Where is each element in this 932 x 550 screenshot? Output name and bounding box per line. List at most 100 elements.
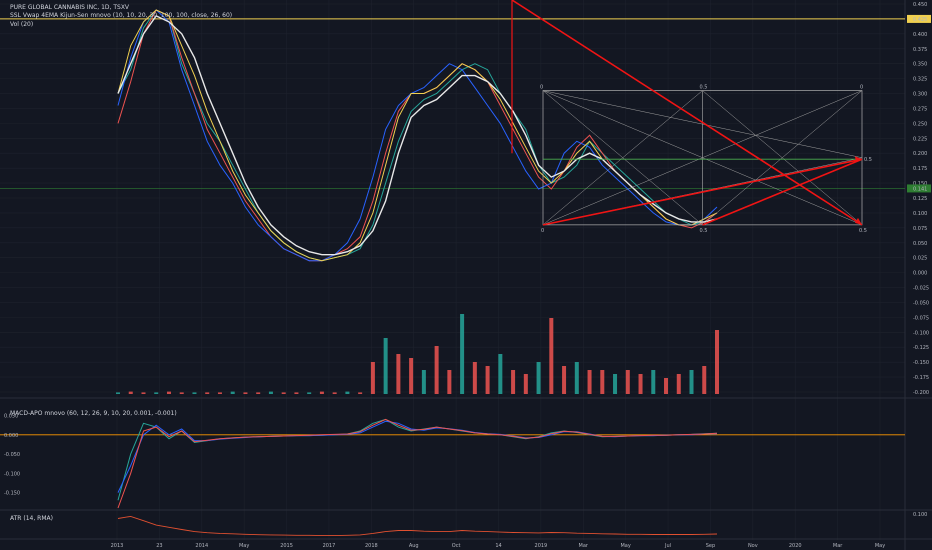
price-tick-label: -0.050 [913, 300, 929, 306]
macd-tick-label: 0.000 [4, 433, 18, 439]
volume-bar [179, 392, 184, 394]
price-tick-label: 0.450 [913, 2, 927, 8]
price-tick-label: 0.050 [913, 241, 927, 247]
volume-bar [370, 362, 375, 394]
price-tick-label: -0.100 [913, 330, 929, 336]
time-tick-label: 2013 [111, 543, 124, 549]
volume-bar [383, 338, 388, 394]
macd-tick-label: -0.050 [4, 452, 20, 458]
price-tick-label: 0.275 [913, 106, 927, 112]
volume-bar [676, 374, 681, 394]
price-tick-label: -0.075 [913, 315, 929, 321]
fib-label: 0 [540, 85, 543, 91]
time-tick-label: Aug [409, 543, 419, 549]
volume-bar [613, 374, 618, 394]
volume-bar [498, 354, 503, 394]
volume-bar [523, 374, 528, 394]
volume-bar [536, 362, 541, 394]
volume-bar [421, 370, 426, 394]
volume-bar [638, 374, 643, 394]
price-tick-label: 0.325 [913, 77, 927, 83]
price-tick-label: 0.025 [913, 256, 927, 262]
time-tick-label: 23 [156, 543, 162, 549]
atr-legend[interactable]: ATR (14, RMA) [10, 515, 53, 522]
macd-legend[interactable]: MACD-APO mnovo (60, 12, 26, 9, 10, 20, 0… [10, 410, 177, 417]
volume-bar [345, 391, 350, 394]
time-tick-label: May [875, 543, 885, 549]
volume-bar [217, 392, 222, 394]
volume-bar [154, 392, 159, 394]
volume-bar [128, 391, 133, 394]
fib-label: 0.5 [700, 85, 708, 91]
current-price-badge: 0.141 [913, 186, 927, 192]
price-tick-label: -0.175 [913, 375, 929, 381]
volume-bar [651, 370, 656, 394]
volume-bar [485, 366, 490, 394]
price-tick-label: 0.375 [913, 47, 927, 53]
time-tick-label: 2015 [280, 543, 293, 549]
volume-bar [600, 370, 605, 394]
volume-bar [689, 370, 694, 394]
time-tick-label: 2014 [195, 543, 208, 549]
time-tick-label: Mar [579, 543, 589, 549]
volume-bar [166, 391, 171, 394]
volume-bar [205, 392, 210, 394]
time-tick-label: 2018 [365, 543, 378, 549]
time-tick-label: Mar [833, 543, 843, 549]
volume-bar [116, 392, 120, 394]
volume-legend[interactable]: Vol (20) [10, 21, 33, 28]
volume-bar [307, 392, 312, 394]
time-tick-label: May [620, 543, 630, 549]
price-tick-label: -0.150 [913, 360, 929, 366]
volume-bar [141, 392, 146, 394]
time-tick-label: Sep [706, 543, 715, 549]
time-tick-label: 2020 [789, 543, 802, 549]
symbol-legend[interactable]: PURE GLOBAL CANNABIS INC, 1D, TSXV [10, 4, 129, 11]
volume-bar [562, 366, 567, 394]
volume-bar [549, 318, 554, 394]
volume-bar [702, 366, 707, 394]
price-tick-label: 0.075 [913, 226, 927, 232]
volume-bar [268, 391, 273, 394]
price-tick-label: 0.225 [913, 136, 927, 142]
time-tick-label: 2017 [323, 543, 336, 549]
volume-bar [409, 358, 414, 394]
volume-bar [434, 346, 439, 394]
price-tick-label: 0.400 [913, 32, 927, 38]
volume-bar [281, 392, 286, 394]
volume-bar [460, 314, 465, 394]
volume-bar [664, 378, 669, 394]
price-tick-label: -0.125 [913, 345, 929, 351]
chart-canvas[interactable]: 0 0.5 0 0.5 0 0.5 0.5 0.450 0.425 0.400 0.375 0.35… [0, 0, 932, 550]
price-tick-label: 0.175 [913, 166, 927, 172]
macd-tick-label: -0.150 [4, 491, 20, 497]
price-tick-label: -0.200 [913, 390, 929, 396]
fib-label: 0.5 [859, 228, 867, 234]
atr-tick-label: 0.100 [913, 512, 927, 518]
volume-bar [192, 392, 197, 394]
price-tick-label: -0.025 [913, 286, 929, 292]
resistance-price-badge: 0.425 [913, 17, 927, 23]
fib-label: 0 [860, 85, 863, 91]
volume-bar [472, 362, 477, 394]
volume-bar [332, 392, 337, 394]
volume-bar [358, 392, 363, 394]
price-tick-label: 0.350 [913, 62, 927, 68]
volume-bar [447, 370, 452, 394]
time-tick-label: Oct [452, 543, 461, 549]
fib-label: 0 [541, 228, 544, 234]
volume-bar [256, 392, 261, 394]
time-tick-label: 14 [495, 543, 501, 549]
price-tick-label: 0.250 [913, 121, 927, 127]
indicator-legend[interactable]: SSL Vwap 4EMA Kijun-Sen mnovo (10, 10, 2… [10, 12, 232, 19]
volume-bar [230, 391, 235, 394]
time-tick-label: 2019 [535, 543, 548, 549]
volume-bar [715, 330, 719, 394]
time-tick-label: Jul [664, 543, 671, 549]
price-tick-label: 0.200 [913, 151, 927, 157]
volume-bar [243, 392, 248, 394]
price-tick-label: 0.000 [913, 271, 927, 277]
volume-bar [396, 354, 401, 394]
fib-label: 0.5 [700, 228, 708, 234]
fib-mid-label: 0.5 [864, 157, 872, 163]
